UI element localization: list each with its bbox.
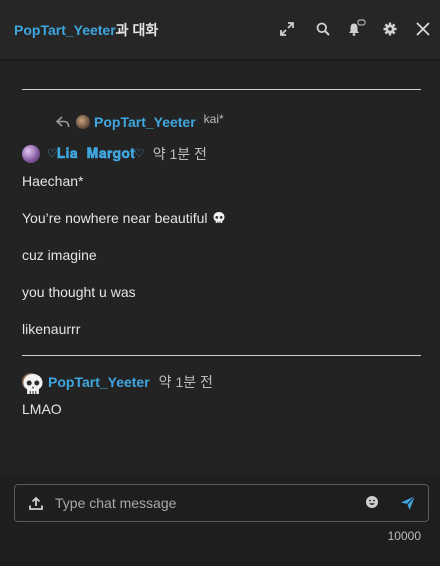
close-icon[interactable] [412,18,434,40]
upload-icon[interactable] [29,496,43,510]
chat-title-username[interactable]: PopTart_Yeeter [14,22,116,38]
chat-title: PopTart_Yeeter과 대화 [14,20,158,40]
settings-gear-icon[interactable] [379,18,401,40]
message-line: likenaurrr [22,321,81,337]
message-line: Haechan* [22,173,84,189]
chat-composer [14,484,429,522]
send-icon[interactable] [400,495,416,511]
message-time: 약 1분 전 [158,374,213,390]
reply-author-name[interactable]: PopTart_Yeeter [94,114,196,130]
message-time: 약 1분 전 [152,146,207,162]
message-line: you thought u was [22,284,136,300]
search-icon[interactable] [312,18,334,40]
expand-icon[interactable] [276,18,298,40]
reply-author-avatar [76,115,90,129]
char-limit-counter: 10000 [387,529,421,543]
message-divider [22,89,421,90]
message-header: ♡𝐋𝐢𝐚 𝐌𝐚𝐫𝐠𝐨𝐭♡ 약 1분 전 [22,144,207,164]
skull-emoji-icon [213,212,225,223]
reply-snippet: kai* [203,112,224,126]
message-line: LMAO [22,401,62,417]
avatar[interactable] [22,145,40,163]
chat-title-suffix: 과 대화 [115,22,159,38]
chat-header: PopTart_Yeeter과 대화 [0,0,440,60]
notification-bell-icon[interactable] [345,18,367,40]
skull-emoji-icon [23,374,43,394]
emoji-icon[interactable] [365,495,379,509]
chat-message-input[interactable] [55,485,355,521]
reply-arrow-icon [56,116,70,127]
message-header: PopTart_Yeeter 약 1분 전 [22,372,213,392]
message-line: You’re nowhere near beautiful [22,210,226,226]
message-divider [22,355,421,356]
message-line: cuz imagine [22,247,97,263]
chat-message-list[interactable]: PopTart_Yeeter kai* ♡𝐋𝐢𝐚 𝐌𝐚𝐫𝐠𝐨𝐭♡ 약 1분 전 … [0,61,440,475]
message-author[interactable]: ♡𝐋𝐢𝐚 𝐌𝐚𝐫𝐠𝐨𝐭♡ [48,146,144,162]
message-author[interactable]: PopTart_Yeeter [48,374,150,390]
message-line-text: You’re nowhere near beautiful [22,210,208,226]
reply-preview[interactable]: PopTart_Yeeter kai* [56,112,224,131]
